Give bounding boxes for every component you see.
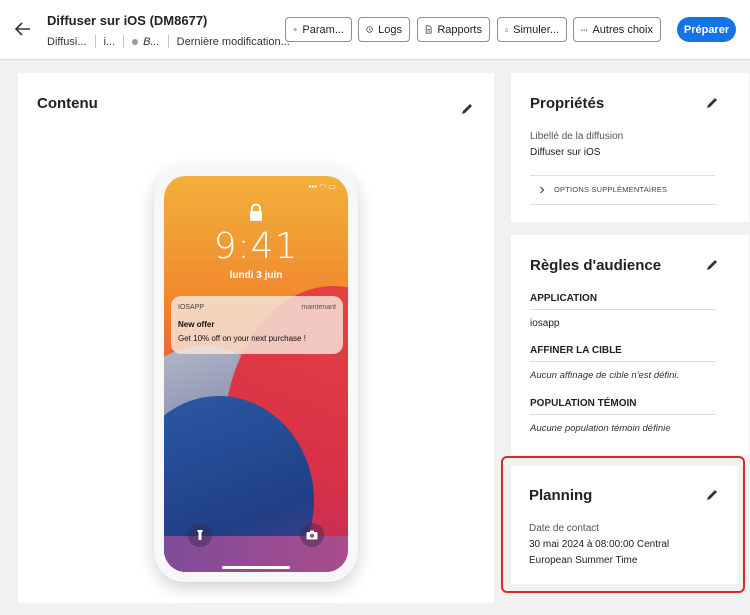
- contact-date-value-line1: 30 mai 2024 à 08:00:00 Central: [529, 539, 670, 550]
- prepare-button[interactable]: Préparer: [677, 17, 736, 42]
- lock-icon: [250, 203, 262, 221]
- breadcrumb-meta: Diffusi... i... B... Dernière modificati…: [47, 35, 290, 48]
- logs-button[interactable]: Logs: [358, 17, 410, 42]
- meta-divider: [94, 35, 96, 48]
- notification-time: maintenant: [301, 304, 336, 311]
- application-value: iosapp: [530, 318, 560, 329]
- camera-icon: [300, 523, 324, 547]
- edit-audience-pencil-icon[interactable]: [705, 258, 719, 272]
- reports-button-label: Rapports: [437, 23, 482, 36]
- edit-content-pencil-icon[interactable]: [460, 102, 474, 116]
- status-dot-icon: [132, 38, 139, 45]
- push-notification-preview: IOSAPP maintenant New offer Get 10% off …: [171, 296, 343, 354]
- lockscreen-date: lundi 3 juin: [229, 270, 283, 281]
- back-arrow-icon[interactable]: [12, 18, 34, 40]
- beaker-icon: [505, 27, 509, 32]
- params-button[interactable]: Param...: [285, 17, 352, 42]
- history-icon: [366, 26, 373, 33]
- logs-button-label: Logs: [378, 23, 402, 36]
- contact-date-label: Date de contact: [529, 523, 600, 534]
- more-options-toggle[interactable]: OPTIONS SUPPLÉMENTAIRES: [538, 185, 667, 194]
- flashlight-icon: [188, 523, 212, 547]
- lockscreen-time: 9:41: [213, 226, 299, 267]
- page-title: Diffuser sur iOS (DM8677): [47, 13, 208, 28]
- edit-planning-pencil-icon[interactable]: [705, 488, 719, 502]
- notification-title: New offer: [178, 320, 215, 329]
- control-group-section-label: POPULATION TÉMOIN: [530, 398, 637, 409]
- edit-properties-pencil-icon[interactable]: [705, 96, 719, 110]
- home-indicator: [222, 566, 290, 569]
- simulate-button-label: Simuler...: [513, 23, 559, 36]
- meta-last-modified: Dernière modification...: [176, 35, 290, 48]
- more-options-button[interactable]: Autres choix: [573, 17, 661, 42]
- params-button-label: Param...: [302, 23, 344, 36]
- refine-target-value: Aucun affinage de cible n'est défini.: [530, 370, 680, 381]
- simulate-button[interactable]: Simuler...: [497, 17, 567, 42]
- content-title: Contenu: [37, 95, 98, 112]
- chevron-right-icon: [540, 186, 545, 193]
- properties-title: Propriétés: [530, 95, 605, 112]
- meta-channel: i...: [103, 35, 116, 48]
- document-icon: [425, 25, 432, 34]
- meta-status: B...: [143, 35, 160, 48]
- control-group-value: Aucune population témoin définie: [530, 423, 671, 434]
- more-options-label: Autres choix: [592, 23, 653, 36]
- gear-icon: [293, 27, 298, 32]
- app-header: Diffuser sur iOS (DM8677) Diffusi... i..…: [0, 0, 750, 60]
- application-section-label: APPLICATION: [530, 293, 598, 304]
- delivery-label-value: Diffuser sur iOS: [530, 147, 601, 158]
- refine-target-section-label: AFFINER LA CIBLE: [530, 345, 622, 356]
- meta-divider: [123, 35, 125, 48]
- more-options-toggle-label: OPTIONS SUPPLÉMENTAIRES: [554, 185, 668, 194]
- ellipsis-icon: [581, 28, 588, 31]
- audience-title: Règles d'audience: [530, 257, 662, 274]
- status-bar-icons: ▪▪▪ ◠ ▭: [308, 182, 337, 191]
- meta-divider: [167, 35, 169, 48]
- notification-app-name: IOSAPP: [178, 304, 205, 311]
- reports-button[interactable]: Rapports: [417, 17, 490, 42]
- delivery-label-caption: Libellé de la diffusion: [530, 131, 624, 142]
- meta-type: Diffusi...: [47, 35, 87, 48]
- contact-date-value-line2: European Summer Time: [529, 555, 638, 566]
- notification-body: Get 10% off on your next purchase !: [178, 334, 306, 343]
- planning-title: Planning: [529, 487, 593, 504]
